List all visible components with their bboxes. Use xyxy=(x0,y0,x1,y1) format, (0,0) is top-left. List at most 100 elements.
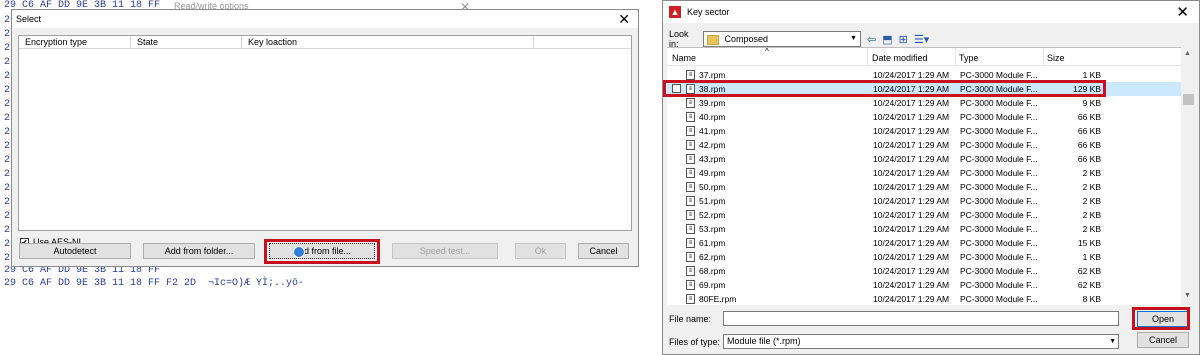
look-in-select[interactable]: Composed ▼ xyxy=(703,31,861,47)
highlight-selected-file xyxy=(663,80,1106,97)
file-date: 10/24/2017 1:29 AM xyxy=(873,280,950,290)
file-name: 49.rpm xyxy=(699,168,726,178)
file-name: 43.rpm xyxy=(699,154,726,164)
file-type: PC-3000 Module F... xyxy=(960,280,1038,290)
col-name[interactable]: Name xyxy=(672,53,696,63)
file-row[interactable]: ≡ 61.rpm 10/24/2017 1:29 AM PC-3000 Module … xyxy=(667,236,1181,250)
file-name: 80FE.rpm xyxy=(699,294,737,304)
file-date: 10/24/2017 1:29 AM xyxy=(873,182,950,192)
file-size: 15 KB xyxy=(1077,238,1101,248)
col-size[interactable]: Size xyxy=(1047,53,1065,63)
file-size: 62 KB xyxy=(1077,266,1101,276)
file-row[interactable]: ≡ 43.rpm 10/24/2017 1:29 AM PC-3000 Module … xyxy=(667,152,1181,166)
column-divider[interactable] xyxy=(955,48,956,66)
new-folder-icon[interactable]: ⊞ xyxy=(899,33,908,46)
file-list[interactable]: Name ^ Date modified Type Size ≡ 37.rpm 10… xyxy=(663,47,1181,306)
file-name: 51.rpm xyxy=(699,196,726,206)
file-type: PC-3000 Module F... xyxy=(960,266,1038,276)
ok-button[interactable]: Ok xyxy=(515,243,566,259)
file-date: 10/24/2017 1:29 AM xyxy=(873,196,950,206)
file-type: PC-3000 Module F... xyxy=(960,140,1038,150)
file-size: 66 KB xyxy=(1077,112,1101,122)
highlight-add-from-file xyxy=(264,239,380,264)
file-row[interactable]: ≡ 52.rpm 10/24/2017 1:29 AM PC-3000 Module … xyxy=(667,208,1181,222)
scrollbar-thumb[interactable] xyxy=(1183,94,1194,105)
col-state[interactable]: State xyxy=(131,36,242,48)
scroll-up-icon[interactable]: ▲ xyxy=(1184,50,1191,57)
file-type: PC-3000 Module F... xyxy=(960,126,1038,136)
file-date: 10/24/2017 1:29 AM xyxy=(873,154,950,164)
back-icon[interactable]: ⇦ xyxy=(867,33,876,46)
file-date: 10/24/2017 1:29 AM xyxy=(873,238,950,248)
module-file-icon: ≡ xyxy=(686,294,695,304)
file-name: 39.rpm xyxy=(699,98,726,108)
file-size: 9 KB xyxy=(1082,98,1101,108)
file-name: 40.rpm xyxy=(699,112,726,122)
file-size: 62 KB xyxy=(1077,280,1101,290)
autodetect-button[interactable]: Autodetect xyxy=(19,243,131,259)
files-of-type-select[interactable]: Module file (*.rpm) ▼ xyxy=(723,334,1119,349)
encryption-list[interactable]: Encryption type State Key loaction xyxy=(18,35,632,231)
file-date: 10/24/2017 1:29 AM xyxy=(873,98,950,108)
file-size: 66 KB xyxy=(1077,126,1101,136)
file-type: PC-3000 Module F... xyxy=(960,196,1038,206)
close-icon[interactable]: ✕ xyxy=(618,11,630,28)
file-list-header: Name ^ Date modified Type Size xyxy=(667,47,1181,66)
module-file-icon: ≡ xyxy=(686,252,695,262)
view-menu-icon[interactable]: ☰▾ xyxy=(914,33,929,46)
file-row[interactable]: ≡ 53.rpm 10/24/2017 1:29 AM PC-3000 Module … xyxy=(667,222,1181,236)
module-file-icon: ≡ xyxy=(686,112,695,122)
files-of-type-value: Module file (*.rpm) xyxy=(727,336,801,346)
file-row[interactable]: ≡ 62.rpm 10/24/2017 1:29 AM PC-3000 Module … xyxy=(667,250,1181,264)
file-row[interactable]: ≡ 69.rpm 10/24/2017 1:29 AM PC-3000 Module … xyxy=(667,278,1181,292)
file-name: 41.rpm xyxy=(699,126,726,136)
file-type: PC-3000 Module F... xyxy=(960,112,1038,122)
highlight-open-button xyxy=(1132,307,1190,330)
key-sector-title: Key sector xyxy=(687,7,730,17)
file-date: 10/24/2017 1:29 AM xyxy=(873,140,950,150)
module-file-icon: ≡ xyxy=(686,182,695,192)
file-size: 2 KB xyxy=(1082,168,1101,178)
file-row[interactable]: ≡ 49.rpm 10/24/2017 1:29 AM PC-3000 Module … xyxy=(667,166,1181,180)
vertical-scrollbar[interactable]: ▲ ▼ xyxy=(1181,47,1196,305)
file-name-input[interactable] xyxy=(723,311,1119,326)
up-folder-icon[interactable]: ⬒ xyxy=(882,33,892,46)
select-titlebar[interactable]: Select ✕ xyxy=(12,10,638,28)
file-row[interactable]: ≡ 51.rpm 10/24/2017 1:29 AM PC-3000 Module … xyxy=(667,194,1181,208)
col-type[interactable]: Type xyxy=(959,53,979,63)
folder-icon xyxy=(707,34,719,45)
file-row[interactable]: ≡ 40.rpm 10/24/2017 1:29 AM PC-3000 Module … xyxy=(667,110,1181,124)
file-row[interactable]: ≡ 68.rpm 10/24/2017 1:29 AM PC-3000 Module … xyxy=(667,264,1181,278)
file-size: 8 KB xyxy=(1082,294,1101,304)
module-file-icon: ≡ xyxy=(686,224,695,234)
close-icon[interactable]: ✕ xyxy=(1176,3,1189,21)
file-row[interactable]: ≡ 41.rpm 10/24/2017 1:29 AM PC-3000 Module … xyxy=(667,124,1181,138)
chevron-down-icon: ▼ xyxy=(850,35,857,42)
file-type: PC-3000 Module F... xyxy=(960,294,1038,304)
cursor-icon xyxy=(293,246,305,258)
column-divider[interactable] xyxy=(1043,48,1044,66)
file-name: 61.rpm xyxy=(699,238,726,248)
file-size: 1 KB xyxy=(1082,252,1101,262)
key-sector-titlebar[interactable]: ▲ Key sector ✕ xyxy=(663,1,1199,23)
module-file-icon: ≡ xyxy=(686,280,695,290)
module-file-icon: ≡ xyxy=(686,238,695,248)
cancel-button[interactable]: Cancel xyxy=(1137,332,1189,348)
col-key-location[interactable]: Key loaction xyxy=(242,36,534,48)
file-type: PC-3000 Module F... xyxy=(960,224,1038,234)
speed-test-button[interactable]: Speed test... xyxy=(392,243,498,259)
module-file-icon: ≡ xyxy=(686,210,695,220)
look-in-label: Look in: xyxy=(669,29,689,49)
module-file-icon: ≡ xyxy=(686,98,695,108)
file-row[interactable]: ≡ 42.rpm 10/24/2017 1:29 AM PC-3000 Module … xyxy=(667,138,1181,152)
file-row[interactable]: ≡ 50.rpm 10/24/2017 1:29 AM PC-3000 Module … xyxy=(667,180,1181,194)
file-row[interactable]: ≡ 39.rpm 10/24/2017 1:29 AM PC-3000 Module … xyxy=(667,96,1181,110)
add-from-folder-button[interactable]: Add from folder... xyxy=(143,243,255,259)
cancel-button[interactable]: Cancel xyxy=(578,243,629,259)
file-type: PC-3000 Module F... xyxy=(960,154,1038,164)
column-divider[interactable] xyxy=(867,48,868,66)
col-encryption-type[interactable]: Encryption type xyxy=(19,36,131,48)
file-row[interactable]: ≡ 80FE.rpm 10/24/2017 1:29 AM PC-3000 Modul… xyxy=(667,292,1181,306)
scroll-down-icon[interactable]: ▼ xyxy=(1184,292,1191,299)
col-date-modified[interactable]: Date modified xyxy=(872,53,928,63)
